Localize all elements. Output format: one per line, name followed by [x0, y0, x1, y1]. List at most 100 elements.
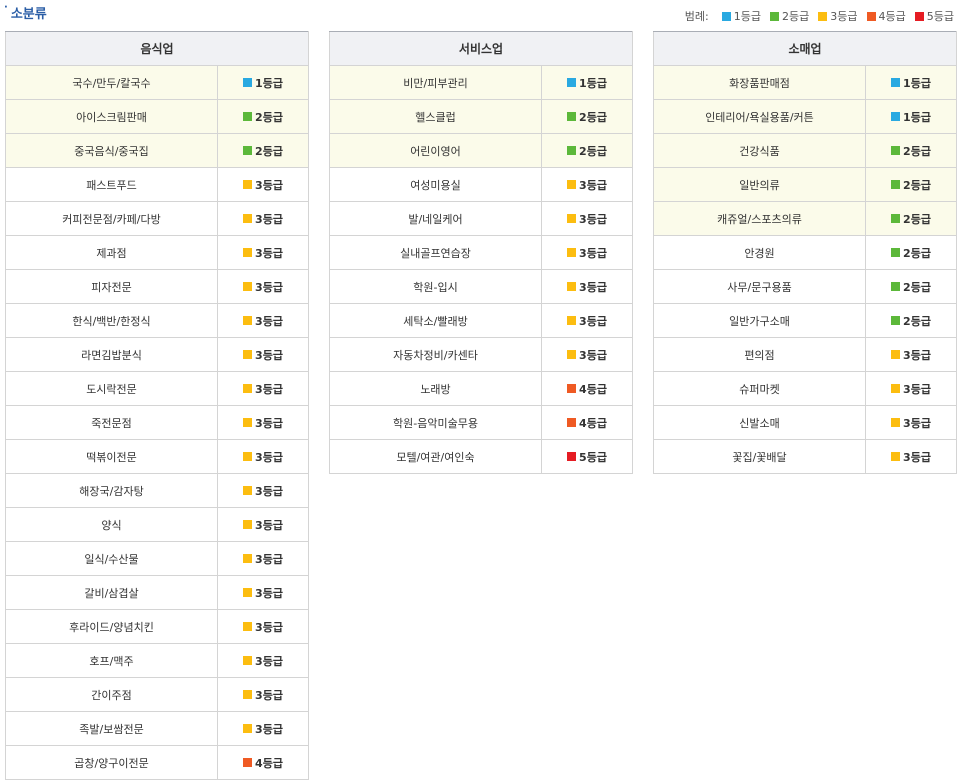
grade-badge: 3등급: [891, 347, 931, 363]
business-type-cell: 꽃집/꽃배달: [653, 439, 866, 474]
table-row: 발/네일케어 3등급: [329, 201, 634, 236]
grade-badge: 3등급: [243, 585, 283, 601]
grade-swatch-icon: [243, 588, 253, 597]
business-type-cell: 피자전문: [5, 269, 218, 304]
table-row: 학원-입시 3등급: [329, 269, 634, 304]
grade-cell: 3등급: [217, 235, 309, 270]
grade-badge: 2등급: [567, 109, 607, 125]
grade-badge: 2등급: [891, 245, 931, 261]
grade-cell: 3등급: [865, 371, 957, 406]
grade-swatch-icon: [243, 248, 253, 257]
grade-label: 3등급: [255, 348, 283, 362]
grade-label: 3등급: [255, 314, 283, 328]
grade-badge: 4등급: [243, 755, 283, 771]
table-row: 인테리어/욕실용품/커튼 1등급: [653, 99, 957, 134]
grade-label: 3등급: [255, 688, 283, 702]
business-type-cell: 세탁소/빨래방: [329, 303, 542, 338]
grade-cell: 3등급: [217, 371, 309, 406]
grade-swatch-icon: [243, 350, 253, 359]
grade-badge: 3등급: [243, 279, 283, 295]
business-type-cell: 국수/만두/칼국수: [5, 65, 218, 100]
grade-cell: 3등급: [217, 643, 309, 678]
grade-badge: 3등급: [243, 619, 283, 635]
grade-cell: 4등급: [217, 745, 309, 780]
business-type-cell: 학원-입시: [329, 269, 542, 304]
table-row: 일반의류 2등급: [653, 167, 957, 202]
grade-cell: 2등급: [865, 201, 957, 236]
grade-swatch-icon: [243, 282, 253, 291]
grade-label: 4등급: [579, 382, 607, 396]
grade-badge: 3등급: [243, 551, 283, 567]
grade-swatch-icon: [243, 622, 253, 631]
grade-swatch-icon: [567, 316, 577, 325]
grade-swatch-icon: [243, 452, 253, 461]
grade-badge: 2등급: [891, 177, 931, 193]
business-type-cell: 일반가구소매: [653, 303, 866, 338]
grade-swatch-icon: [243, 112, 253, 121]
table-row: 건강식품 2등급: [653, 133, 957, 168]
grade-label: 3등급: [255, 518, 283, 532]
grade1-swatch-icon: [721, 11, 731, 21]
legend-item-grade2: 2등급: [770, 8, 809, 24]
grade-label: 3등급: [903, 382, 931, 396]
grade-label: 3등급: [255, 416, 283, 430]
grade-cell: 4등급: [540, 371, 634, 406]
table-row: 캐쥬얼/스포츠의류 2등급: [653, 201, 957, 236]
grade-cell: 3등급: [217, 303, 309, 338]
grade2-swatch-icon: [770, 11, 779, 21]
table-header: 소매업: [653, 31, 957, 66]
business-type-cell: 일반의류: [653, 167, 866, 202]
grade-label: 4등급: [579, 416, 607, 430]
table-row: 아이스크림판매 2등급: [5, 99, 309, 134]
grade-badge: 1등급: [891, 75, 931, 91]
business-type-cell: 양식: [5, 507, 218, 542]
grade-badge: 4등급: [567, 381, 607, 397]
grade-swatch-icon: [243, 418, 253, 427]
grade-cell: 3등급: [865, 405, 957, 440]
legend-item-grade1: 1등급: [721, 8, 761, 24]
grade-cell: 3등급: [540, 167, 634, 202]
table-row: 꽃집/꽃배달 3등급: [653, 439, 957, 474]
grade-cell: 1등급: [540, 65, 634, 100]
grade-badge: 3등급: [243, 687, 283, 703]
grade-cell: 3등급: [865, 337, 957, 372]
grade-swatch-icon: [243, 146, 253, 155]
business-type-cell: 비만/피부관리: [329, 65, 542, 100]
service-industry-table: 서비스업 비만/피부관리 1등급 헬스클럽 2등급 어린이영어 2등급 여성미용실 3등급 발/…: [328, 31, 634, 474]
legend-item-label: 2등급: [782, 10, 810, 23]
business-type-cell: 신발소매: [653, 405, 866, 440]
grade-swatch-icon: [243, 758, 253, 767]
grade-label: 2등급: [579, 110, 607, 124]
table-row: 제과점 3등급: [5, 235, 309, 270]
table-row: 떡볶이전문 3등급: [5, 439, 309, 474]
retail-industry-table: 소매업 화장품판매점 1등급 인테리어/욕실용품/커튼 1등급 건강식품 2등급 일반의류 2…: [653, 31, 957, 474]
business-type-cell: 중국음식/중국집: [5, 133, 218, 168]
grade-cell: 2등급: [540, 99, 634, 134]
grade-label: 4등급: [255, 756, 283, 770]
legend-item-grade3: 3등급: [818, 8, 858, 24]
grade-cell: 1등급: [217, 65, 309, 100]
table-row: 중국음식/중국집 2등급: [5, 133, 309, 168]
grade-badge: 2등급: [243, 109, 283, 125]
business-type-cell: 해장국/감자탕: [5, 473, 218, 508]
grade-cell: 3등급: [217, 711, 309, 746]
table-header: 음식업: [5, 31, 309, 66]
grade-label: 3등급: [255, 178, 283, 192]
table-row: 모텔/여관/여인숙 5등급: [329, 439, 634, 474]
grade-badge: 3등급: [567, 177, 607, 193]
grade-label: 2등급: [903, 178, 931, 192]
grade-cell: 3등급: [217, 677, 309, 712]
grade-cell: 2등급: [865, 167, 957, 202]
grade-cell: 2등급: [217, 133, 309, 168]
grade-label: 3등급: [255, 212, 283, 226]
table-row: 사무/문구용품 2등급: [653, 269, 957, 304]
grade-swatch-icon: [567, 452, 577, 461]
grade-badge: 3등급: [243, 347, 283, 363]
grade-badge: 5등급: [567, 449, 607, 465]
business-type-cell: 갈비/삼겹살: [5, 575, 218, 610]
grade-swatch-icon: [567, 248, 577, 257]
table-row: 갈비/삼겹살 3등급: [5, 575, 309, 610]
business-type-cell: 간이주점: [5, 677, 218, 712]
grade-label: 2등급: [903, 280, 931, 294]
grade-cell: 3등급: [540, 201, 634, 236]
